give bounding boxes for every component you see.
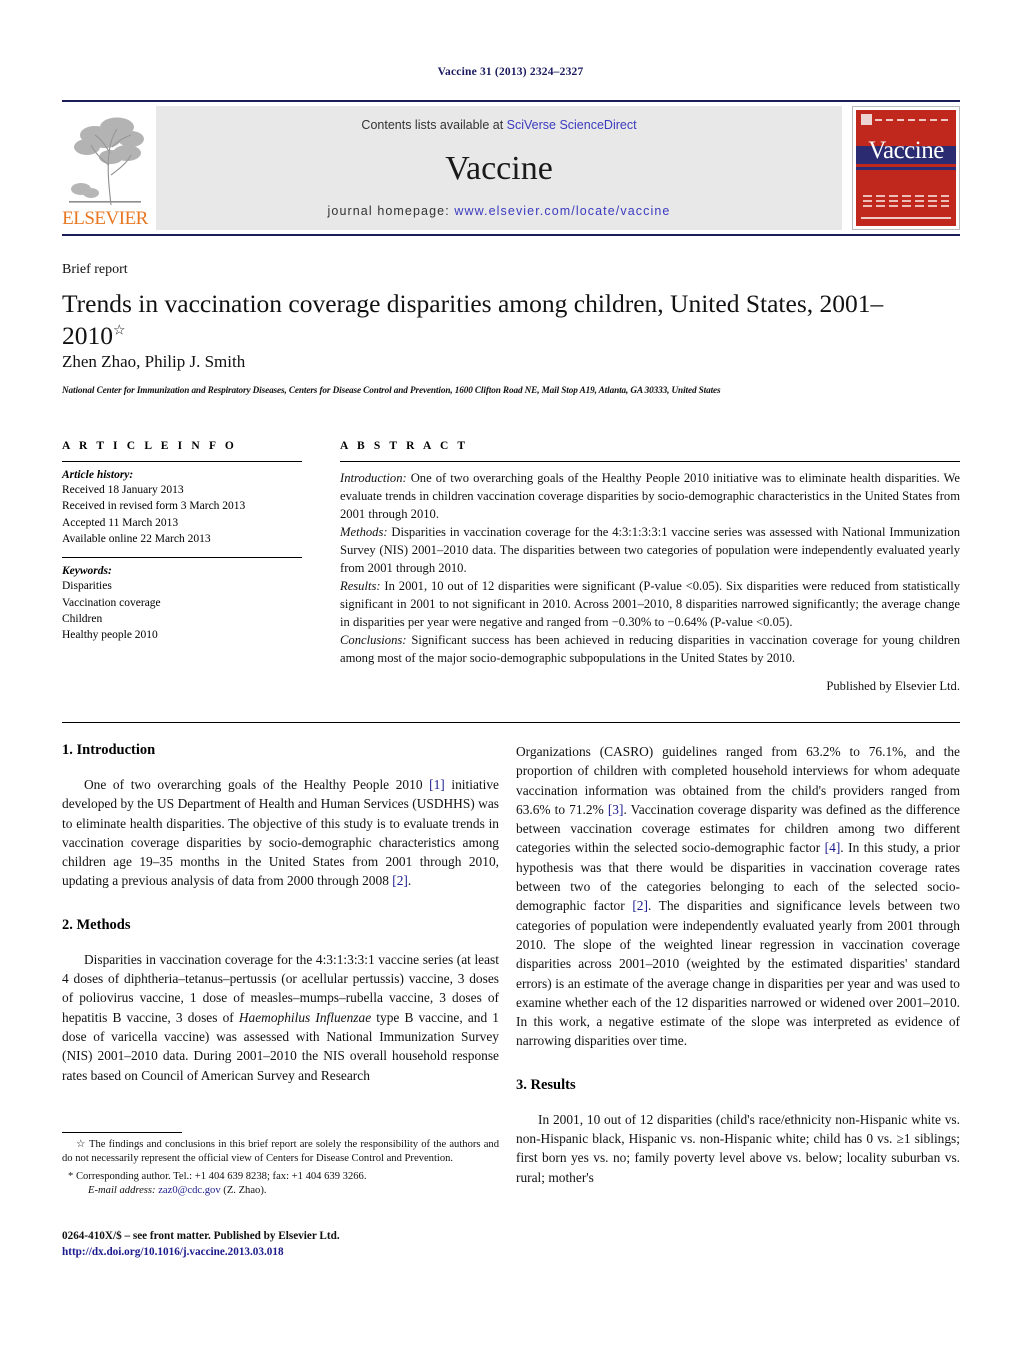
- divider: [62, 557, 302, 559]
- cover-elsevier-icon: [861, 114, 872, 125]
- footnote-block: ☆ The findings and conclusions in this b…: [62, 1132, 499, 1199]
- contents-prefix: Contents lists available at: [361, 118, 507, 132]
- footnote-corresponding-text: Corresponding author. Tel.: +1 404 639 8…: [73, 1170, 367, 1182]
- cover-band-secondary: [856, 167, 956, 170]
- abstract-results-label: Results:: [340, 579, 381, 593]
- email-address-label: E-mail address:: [88, 1185, 156, 1197]
- journal-cover-thumbnail[interactable]: Vaccine: [852, 106, 960, 230]
- abstract-introduction-label: Introduction:: [340, 471, 407, 485]
- abstract-publisher-note: Published by Elsevier Ltd.: [826, 679, 960, 693]
- divider: [62, 461, 302, 462]
- footnote-disclaimer: ☆ The findings and conclusions in this b…: [62, 1138, 499, 1167]
- author-list: Zhen Zhao, Philip J. Smith: [62, 352, 245, 372]
- elsevier-wordmark: ELSEVIER: [62, 208, 148, 229]
- article-history-online: Available online 22 March 2013: [62, 532, 211, 545]
- abstract-conclusions: Conclusions: Significant success has bee…: [340, 631, 960, 667]
- section-heading-results: 3. Results: [516, 1076, 576, 1093]
- article-title-text: Trends in vaccination coverage dispariti…: [62, 289, 884, 351]
- keyword-item: Vaccination coverage: [62, 596, 161, 609]
- results-paragraph: In 2001, 10 out of 12 disparities (child…: [516, 1111, 960, 1185]
- abstract-conclusions-label: Conclusions:: [340, 633, 407, 647]
- introduction-text-c: .: [407, 873, 412, 889]
- footnote-star-marker: ☆: [76, 1139, 87, 1150]
- contents-available-line: Contents lists available at SciVerse Sci…: [361, 118, 636, 132]
- introduction-text-a: One of two overarching goals of the Heal…: [84, 777, 430, 792]
- front-matter-block: 0264-410X/$ – see front matter. Publishe…: [62, 1228, 522, 1260]
- journal-masthead: ELSEVIER Contents lists available at Sci…: [62, 100, 960, 236]
- reference-link-3[interactable]: [3]: [608, 802, 624, 817]
- cover-bottom-rule: [861, 217, 951, 219]
- methods-paragraph: Disparities in vaccination coverage for …: [62, 950, 499, 1085]
- abstract-conclusions-text: Significant success has been achieved in…: [340, 633, 960, 665]
- introduction-paragraph: One of two overarching goals of the Heal…: [62, 775, 499, 891]
- abstract-introduction-text: One of two overarching goals of the Heal…: [340, 471, 960, 521]
- author-names: Zhen Zhao, Philip J. Smith: [62, 352, 246, 371]
- journal-title: Vaccine: [445, 150, 553, 187]
- footnote-email-line: E-mail address: zaz0@cdc.gov (Z. Zhao).: [62, 1184, 499, 1198]
- keyword-item: Healthy people 2010: [62, 629, 158, 642]
- title-footnote-marker[interactable]: ☆: [113, 324, 126, 339]
- sciencedirect-link[interactable]: SciVerse ScienceDirect: [507, 118, 637, 132]
- abstract-introduction: Introduction: One of two overarching goa…: [340, 469, 960, 523]
- keyword-item: Disparities: [62, 580, 112, 593]
- abstract-results-text: In 2001, 10 out of 12 disparities were s…: [340, 579, 960, 629]
- article-page: Vaccine 31 (2013) 2324–2327 ELSEVIER Con…: [0, 0, 1021, 1351]
- abstract-methods-text: Disparities in vaccination coverage for …: [340, 525, 960, 575]
- article-type-label: Brief report: [62, 262, 128, 277]
- elsevier-logo: ELSEVIER: [62, 106, 148, 230]
- cover-footer-text-lines: [863, 195, 949, 210]
- methods-continuation-paragraph: Organizations (CASRO) guidelines ranged …: [516, 742, 960, 1051]
- footnote-corresponding-author: * Corresponding author. Tel.: +1 404 639…: [62, 1170, 499, 1184]
- journal-banner: Contents lists available at SciVerse Sci…: [156, 106, 842, 230]
- body-top-divider: [62, 722, 960, 723]
- reference-link-2b[interactable]: [2]: [632, 898, 648, 913]
- introduction-text-b: initiative developed by the US Departmen…: [62, 777, 499, 889]
- divider: [340, 461, 960, 462]
- footnote-divider: [62, 1132, 182, 1133]
- abstract-results: Results: In 2001, 10 out of 12 dispariti…: [340, 577, 960, 631]
- elsevier-tree-icon: [65, 113, 145, 209]
- reference-link-1[interactable]: [1]: [429, 777, 445, 792]
- doi-link[interactable]: http://dx.doi.org/10.1016/j.vaccine.2013…: [62, 1244, 522, 1260]
- footnote-disclaimer-text: The findings and conclusions in this bri…: [62, 1139, 500, 1165]
- homepage-prefix: journal homepage:: [327, 204, 455, 218]
- abstract-methods: Methods: Disparities in vaccination cove…: [340, 523, 960, 577]
- abstract-block: A B S T R A C T Introduction: One of two…: [340, 440, 960, 695]
- keywords-label: Keywords:: [62, 565, 112, 578]
- methods-species-name: Haemophilus Influenzae: [238, 1009, 372, 1025]
- article-history-revised: Received in revised form 3 March 2013: [62, 500, 246, 513]
- issn-front-matter: 0264-410X/$ – see front matter. Publishe…: [62, 1230, 340, 1242]
- body-column-left: 1. Introduction One of two overarching g…: [62, 742, 499, 1085]
- article-info-heading: A R T I C L E I N F O: [62, 440, 237, 452]
- cover-title: Vaccine: [868, 137, 944, 164]
- keyword-item: Children: [62, 612, 103, 625]
- section-heading-introduction: 1. Introduction: [62, 742, 156, 758]
- author-affiliation: National Center for Immunization and Res…: [62, 385, 721, 395]
- reference-link-4[interactable]: [4]: [825, 840, 841, 855]
- methods-cont-text-d: . The disparities and significance level…: [516, 898, 960, 1049]
- journal-homepage-link[interactable]: www.elsevier.com/locate/vaccine: [454, 204, 670, 218]
- abstract-methods-label: Methods:: [340, 525, 388, 539]
- article-history-received: Received 18 January 2013: [62, 484, 184, 496]
- article-history-accepted: Accepted 11 March 2013: [62, 516, 179, 529]
- running-head: Vaccine 31 (2013) 2324–2327: [437, 66, 584, 78]
- abstract-heading: A B S T R A C T: [340, 440, 469, 452]
- journal-homepage-line: journal homepage: www.elsevier.com/locat…: [328, 204, 671, 218]
- section-heading-methods: 2. Methods: [62, 916, 131, 933]
- body-column-right: Organizations (CASRO) guidelines ranged …: [516, 742, 960, 1187]
- cover-header-rule: [875, 118, 951, 121]
- reference-link-2[interactable]: [2]: [392, 873, 408, 888]
- email-author-suffix: (Z. Zhao).: [220, 1185, 267, 1197]
- email-address-link[interactable]: zaz0@cdc.gov: [158, 1185, 220, 1196]
- article-info-block: A R T I C L E I N F O Article history: R…: [62, 440, 302, 644]
- article-history-label: Article history:: [62, 469, 134, 481]
- page-title: Trends in vaccination coverage dispariti…: [62, 288, 942, 352]
